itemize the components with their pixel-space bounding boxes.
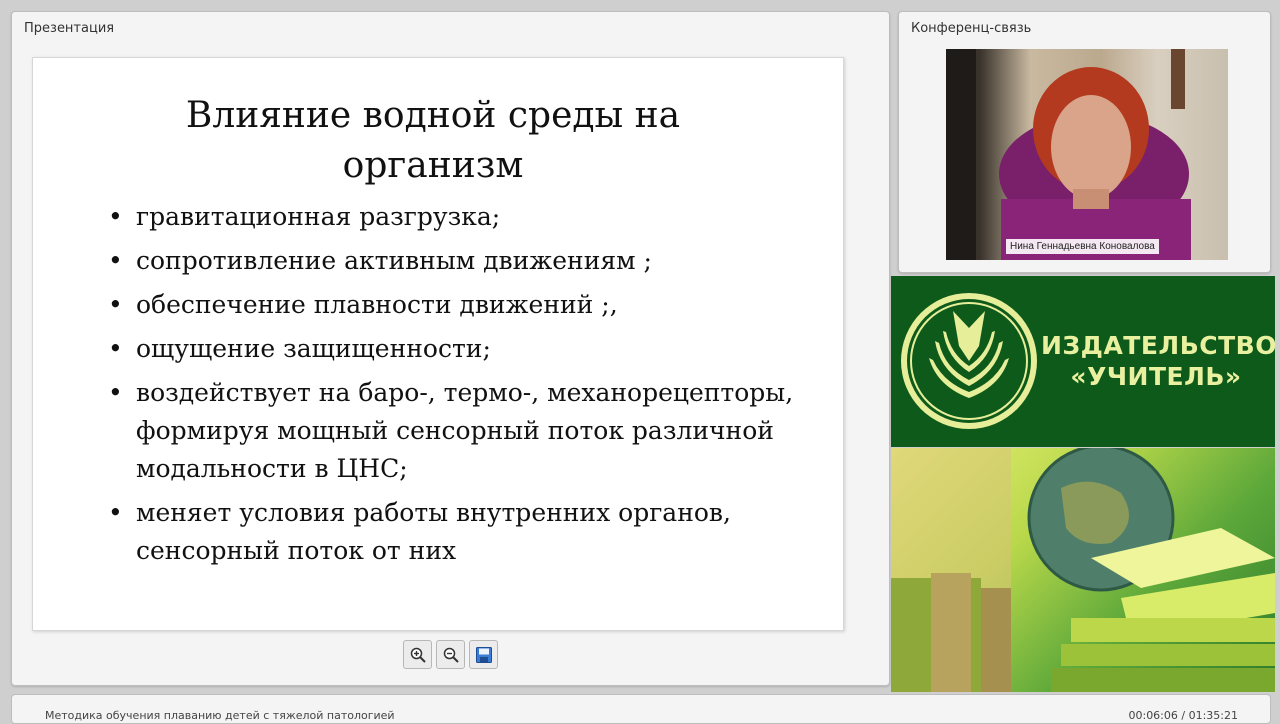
save-button[interactable]: [469, 640, 498, 669]
slide-bullet: ощущение защищенности;: [108, 330, 808, 368]
zoom-out-icon: [443, 647, 459, 663]
slide-bullet-list: гравитационная разгрузка; сопротивление …: [108, 198, 808, 576]
publisher-banner: ИЗДАТЕЛЬСТВО «УЧИТЕЛЬ»: [891, 276, 1277, 447]
slide-toolbar: [403, 640, 498, 670]
zoom-in-button[interactable]: [403, 640, 432, 669]
slide-bullet: гравитационная разгрузка;: [108, 198, 808, 236]
presentation-panel: Презентация Влияние водной среды на орга…: [11, 11, 890, 686]
zoom-out-button[interactable]: [436, 640, 465, 669]
publisher-logo-text: ИЗДАТЕЛЬСТВО «УЧИТЕЛЬ»: [1041, 330, 1277, 392]
participant-name-label: Нина Геннадьевна Коновалова: [1006, 239, 1159, 254]
publisher-logo-line2: «УЧИТЕЛЬ»: [1070, 362, 1242, 391]
slide-bullet: воздействует на баро-, термо-, механорец…: [108, 374, 808, 488]
participant-video[interactable]: Нина Геннадьевна Коновалова: [946, 49, 1228, 260]
publisher-logo-line1: ИЗДАТЕЛЬСТВО: [1041, 331, 1277, 360]
conference-panel-title: Конференц-связь: [911, 21, 1032, 36]
books-illustration: [891, 448, 1275, 692]
save-icon: [475, 646, 492, 663]
zoom-in-icon: [410, 647, 426, 663]
slide-title: Влияние водной среды на организм: [185, 95, 681, 186]
slide-bullet: меняет условия работы внутренних органов…: [108, 494, 808, 570]
presentation-panel-title: Презентация: [24, 21, 115, 36]
course-title: Методика обучения плаванию детей с тяжел…: [45, 709, 395, 722]
books-globe-image: [891, 448, 1275, 692]
participant-silhouette: [946, 49, 1191, 260]
publisher-logo-icon: [901, 293, 1037, 429]
slide-bullet: сопротивление активным движениям ;: [108, 242, 808, 280]
conference-panel: Конференц-связь Нина Геннадьевна Коновал…: [898, 11, 1271, 273]
slide: Влияние водной среды на организм гравита…: [32, 57, 844, 631]
slide-bullet: обеспечение плавности движений ;,: [108, 286, 808, 324]
playback-timecode: 00:06:06 / 01:35:21: [1128, 709, 1238, 722]
